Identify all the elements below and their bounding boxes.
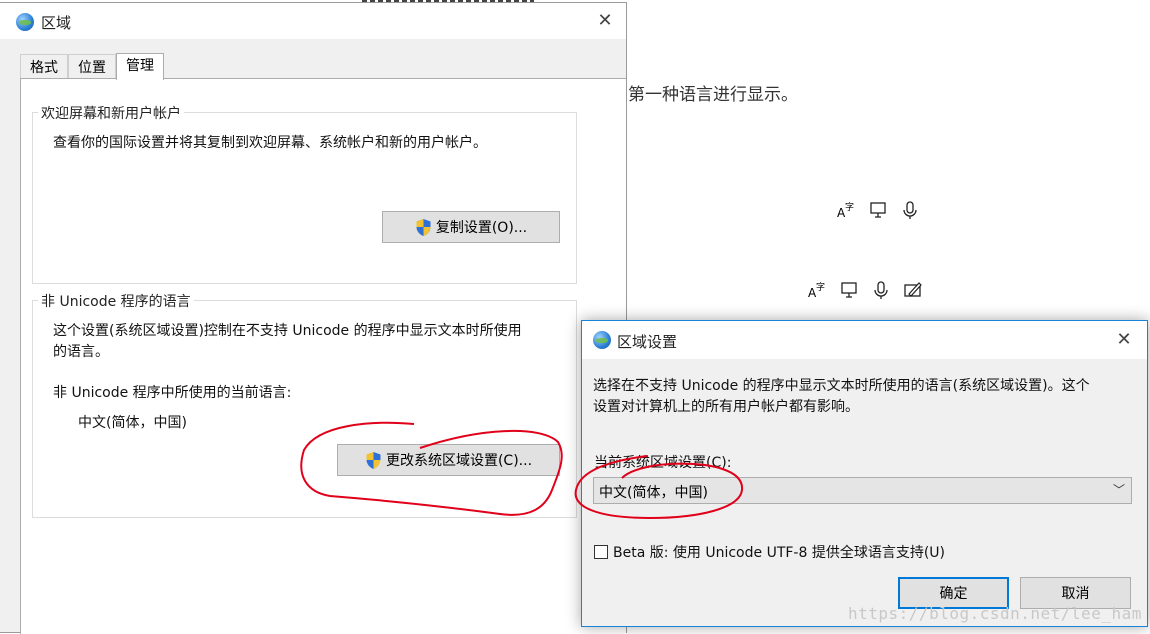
globe-icon (16, 13, 34, 31)
ok-label: 确定 (940, 583, 968, 603)
microphone-icon (871, 280, 891, 300)
copy-settings-label: 复制设置(O)... (436, 217, 527, 237)
globe-icon (593, 331, 611, 349)
system-locale-value: 中文(简体，中国) (599, 482, 708, 502)
current-language-label: 非 Unicode 程序中所使用的当前语言: (53, 383, 291, 404)
welcome-screen-group: 欢迎屏幕和新用户帐户 查看你的国际设置并将其复制到欢迎屏幕、系统帐户和新的用户帐… (32, 112, 577, 284)
welcome-group-title: 欢迎屏幕和新用户帐户 (38, 103, 184, 123)
uac-shield-icon (415, 218, 432, 237)
non-unicode-group-title: 非 Unicode 程序的语言 (38, 291, 194, 311)
text-to-speech-icon: A字 (836, 200, 856, 220)
non-unicode-description-line2: 的语言。 (53, 342, 109, 363)
watermark: https://blog.csdn.net/lee_ham (848, 604, 1142, 623)
region-settings-title: 区域设置 (617, 331, 677, 352)
svg-text:字: 字 (845, 201, 854, 213)
change-system-locale-button[interactable]: 更改系统区域设置(C)... (337, 444, 560, 476)
svg-text:字: 字 (816, 281, 825, 293)
current-language-value: 中文(简体，中国) (78, 413, 187, 434)
chevron-down-icon: ﹀ (1113, 481, 1125, 498)
region-settings-titlebar[interactable]: 区域设置 ✕ (582, 321, 1147, 359)
tab-formats[interactable]: 格式 (20, 54, 68, 80)
tab-location[interactable]: 位置 (68, 54, 116, 80)
copy-settings-button[interactable]: 复制设置(O)... (382, 211, 560, 243)
text-to-speech-icon: A字 (807, 280, 827, 300)
close-icon[interactable]: ✕ (1109, 329, 1139, 350)
region-settings-description: 选择在不支持 Unicode 的程序中显示文本时所使用的语言(系统区域设置)。这… (593, 376, 1138, 418)
non-unicode-group: 非 Unicode 程序的语言 这个设置(系统区域设置)控制在不支持 Unico… (32, 300, 577, 518)
system-locale-dropdown[interactable]: 中文(简体，中国) ﹀ (593, 477, 1132, 504)
display-icon (868, 200, 888, 220)
description-line2: 设置对计算机上的所有用户帐户都有影响。 (593, 397, 1138, 418)
region-titlebar[interactable]: 区域 ✕ (0, 3, 626, 39)
current-locale-label: 当前系统区域设置(C): (594, 452, 731, 472)
microphone-icon (900, 200, 920, 220)
cancel-label: 取消 (1062, 583, 1090, 603)
region-settings-dialog: 区域设置 ✕ 选择在不支持 Unicode 的程序中显示文本时所使用的语言(系统… (581, 320, 1148, 627)
non-unicode-description-line1: 这个设置(系统区域设置)控制在不支持 Unicode 的程序中显示文本时所使用 (53, 321, 522, 342)
region-tabs: 格式 位置 管理 (20, 53, 164, 79)
administrative-panel: 欢迎屏幕和新用户帐户 查看你的国际设置并将其复制到欢迎屏幕、系统帐户和新的用户帐… (20, 78, 626, 634)
change-system-locale-label: 更改系统区域设置(C)... (386, 450, 532, 470)
language-features-row: A字 (807, 280, 923, 300)
tab-administrative[interactable]: 管理 (116, 53, 164, 80)
description-line1: 选择在不支持 Unicode 的程序中显示文本时所使用的语言(系统区域设置)。这… (593, 376, 1138, 397)
region-dialog-title: 区域 (41, 12, 71, 33)
language-features-row: A字 (836, 200, 920, 220)
display-icon (839, 280, 859, 300)
utf8-beta-checkbox[interactable] (594, 545, 608, 559)
handwriting-icon (903, 280, 923, 300)
utf8-beta-label[interactable]: Beta 版: 使用 Unicode UTF-8 提供全球语言支持(U) (613, 542, 945, 562)
region-dialog: 区域 ✕ 格式 位置 管理 欢迎屏幕和新用户帐户 查看你的国际设置并将其复制到欢… (0, 2, 627, 633)
background-text: 第一种语言进行显示。 (628, 80, 798, 105)
uac-shield-icon (365, 451, 382, 470)
welcome-description: 查看你的国际设置并将其复制到欢迎屏幕、系统帐户和新的用户帐户。 (53, 133, 487, 154)
close-icon[interactable]: ✕ (590, 10, 620, 31)
